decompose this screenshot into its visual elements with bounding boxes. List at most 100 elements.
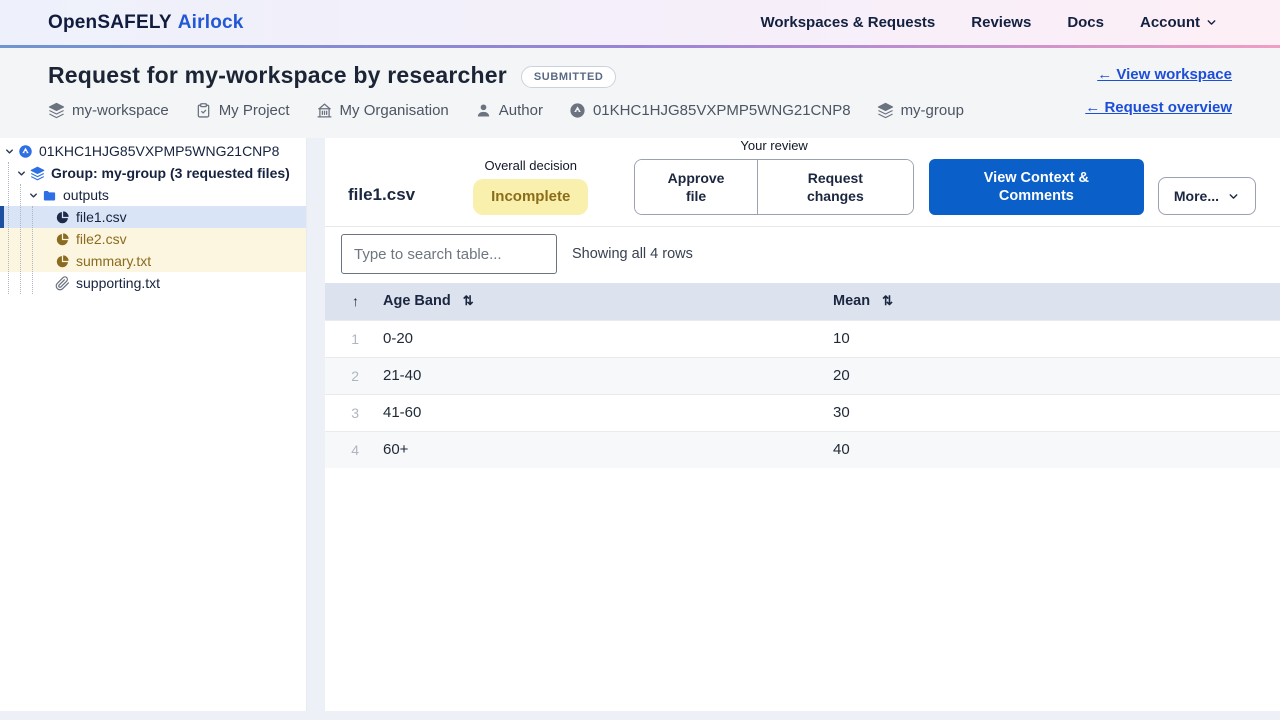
nav-label: Account [1140, 14, 1200, 31]
request-header: Request for my-workspace by researcher S… [0, 48, 1280, 138]
organisation-icon [317, 103, 332, 118]
brand-secondary: Airlock [177, 11, 244, 33]
more-menu-button[interactable]: More... [1157, 177, 1256, 215]
pie-chart-icon [56, 210, 69, 223]
page-title: Request for my-workspace by researcher [48, 62, 507, 88]
file-review-panel: file1.csv Overall decision Incomplete Yo… [325, 138, 1280, 711]
meta-request-id: 01KHC1HJG85VXPMP5WNG21CNP8 [569, 102, 851, 119]
brand-logo[interactable]: OpenSAFELY Airlock [48, 12, 244, 34]
row-number-cell: 2 [325, 356, 367, 394]
request-changes-button[interactable]: Request changes [756, 160, 913, 214]
layers-icon [30, 166, 45, 180]
tree-guide-line [32, 206, 33, 294]
tree-node-request[interactable]: 01KHC1HJG85VXPMP5WNG21CNP8 [0, 140, 306, 162]
tree-node-supporting[interactable]: supporting.txt [0, 272, 306, 294]
layers-icon [877, 102, 893, 119]
package-icon [570, 103, 585, 118]
mean-column-header[interactable]: Mean ⇅ [833, 283, 1280, 320]
review-button-group: Approve file Request changes [634, 159, 914, 215]
view-context-comments-button[interactable]: View Context & Comments [928, 159, 1144, 215]
sort-toggle-icon: ⇅ [462, 293, 474, 309]
chevron-down-icon[interactable] [28, 190, 39, 201]
tree-node-summary[interactable]: summary.txt [0, 250, 306, 272]
chevron-down-icon [1229, 193, 1238, 199]
more-label: More... [1173, 188, 1219, 204]
nav-docs[interactable]: Docs [1067, 14, 1104, 31]
request-meta: my-workspace My Project My Organisation … [48, 102, 1232, 119]
meta-label: my-group [900, 102, 964, 119]
column-label: Age Band [383, 293, 451, 310]
meta-label: 01KHC1HJG85VXPMP5WNG21CNP8 [592, 102, 851, 119]
meta-label: My Organisation [339, 102, 449, 119]
folder-icon [43, 190, 56, 200]
tree-node-file2[interactable]: file2.csv [0, 228, 306, 250]
layers-icon [48, 102, 65, 119]
clipboard-icon [197, 103, 209, 118]
meta-workspace: my-workspace [48, 102, 169, 119]
age-band-cell: 0-20 [367, 319, 833, 357]
tree-node-group[interactable]: Group: my-group (3 requested files) [0, 162, 306, 184]
age-band-cell: 41-60 [367, 393, 833, 431]
column-label: Mean [833, 293, 871, 310]
data-table: ↑ Age Band ⇅ Mean ⇅ 1 0-20 10 2 21-40 20… [325, 283, 1280, 468]
approve-file-button[interactable]: Approve file [635, 160, 757, 214]
request-overview-link[interactable]: ← Request overview [1085, 99, 1232, 116]
paperclip-icon [55, 275, 70, 290]
decision-status-badge: Incomplete [473, 179, 589, 215]
user-icon [477, 104, 489, 117]
table-row: 2 21-40 20 [325, 356, 1280, 394]
mean-cell: 10 [833, 319, 1280, 357]
nav-items: Workspaces & Requests Reviews Docs Accou… [760, 14, 1218, 31]
chevron-down-icon[interactable] [4, 146, 15, 157]
table-header-row: ↑ Age Band ⇅ Mean ⇅ [325, 283, 1280, 320]
nav-label: Workspaces & Requests [760, 14, 936, 31]
nav-label: Docs [1067, 14, 1104, 31]
meta-label: my-workspace [72, 102, 169, 119]
overall-decision-label: Overall decision [484, 158, 577, 173]
nav-reviews[interactable]: Reviews [971, 14, 1031, 31]
age-band-column-header[interactable]: Age Band ⇅ [367, 283, 833, 320]
mean-cell: 40 [833, 430, 1280, 468]
age-band-cell: 60+ [367, 430, 833, 468]
table-row: 3 41-60 30 [325, 393, 1280, 431]
sort-ascending-icon: ↑ [352, 292, 359, 309]
meta-project: My Project [195, 102, 290, 119]
table-row: 4 60+ 40 [325, 430, 1280, 468]
brand-primary: OpenSAFELY [48, 11, 172, 33]
tree-node-label: supporting.txt [76, 275, 161, 291]
nav-account-menu[interactable]: Account [1140, 14, 1218, 31]
nav-label: Reviews [971, 14, 1032, 31]
row-number-sort-header[interactable]: ↑ [325, 283, 367, 320]
meta-group: my-group [877, 102, 964, 119]
search-input[interactable] [341, 234, 557, 274]
top-navbar: OpenSAFELY Airlock Workspaces & Requests… [0, 0, 1280, 45]
pie-chart-icon [56, 232, 69, 245]
mean-cell: 30 [833, 393, 1280, 431]
chevron-down-icon [1207, 20, 1216, 25]
file-header: file1.csv Overall decision Incomplete Yo… [325, 138, 1280, 227]
chevron-down-icon[interactable] [16, 168, 27, 179]
file-tree-sidebar: 01KHC1HJG85VXPMP5WNG21CNP8 Group: my-gro… [0, 138, 307, 711]
tree-node-label: outputs [63, 187, 109, 203]
row-count-status: Showing all 4 rows [572, 246, 693, 262]
meta-organisation: My Organisation [316, 102, 449, 119]
view-workspace-link[interactable]: ← View workspace [1097, 66, 1232, 83]
tree-node-file1[interactable]: file1.csv [0, 206, 306, 228]
tree-node-label: Group: my-group (3 requested files) [51, 165, 290, 181]
file-tree: 01KHC1HJG85VXPMP5WNG21CNP8 Group: my-gro… [0, 138, 306, 294]
your-review-label: Your review [740, 138, 808, 153]
tree-guide-line [8, 162, 9, 294]
mean-cell: 20 [833, 356, 1280, 394]
meta-label: Author [498, 102, 543, 119]
tree-node-outputs-folder[interactable]: outputs [0, 184, 306, 206]
overall-decision-group: Overall decision Incomplete [473, 158, 589, 215]
tree-node-label: file1.csv [76, 209, 127, 225]
tree-node-label: summary.txt [76, 253, 152, 269]
meta-author: Author [475, 102, 543, 119]
status-badge: SUBMITTED [520, 66, 617, 88]
row-number-cell: 1 [325, 319, 367, 357]
nav-workspaces-requests[interactable]: Workspaces & Requests [760, 14, 935, 31]
table-row: 1 0-20 10 [325, 319, 1280, 357]
age-band-cell: 21-40 [367, 356, 833, 394]
tree-node-label: file2.csv [76, 231, 127, 247]
